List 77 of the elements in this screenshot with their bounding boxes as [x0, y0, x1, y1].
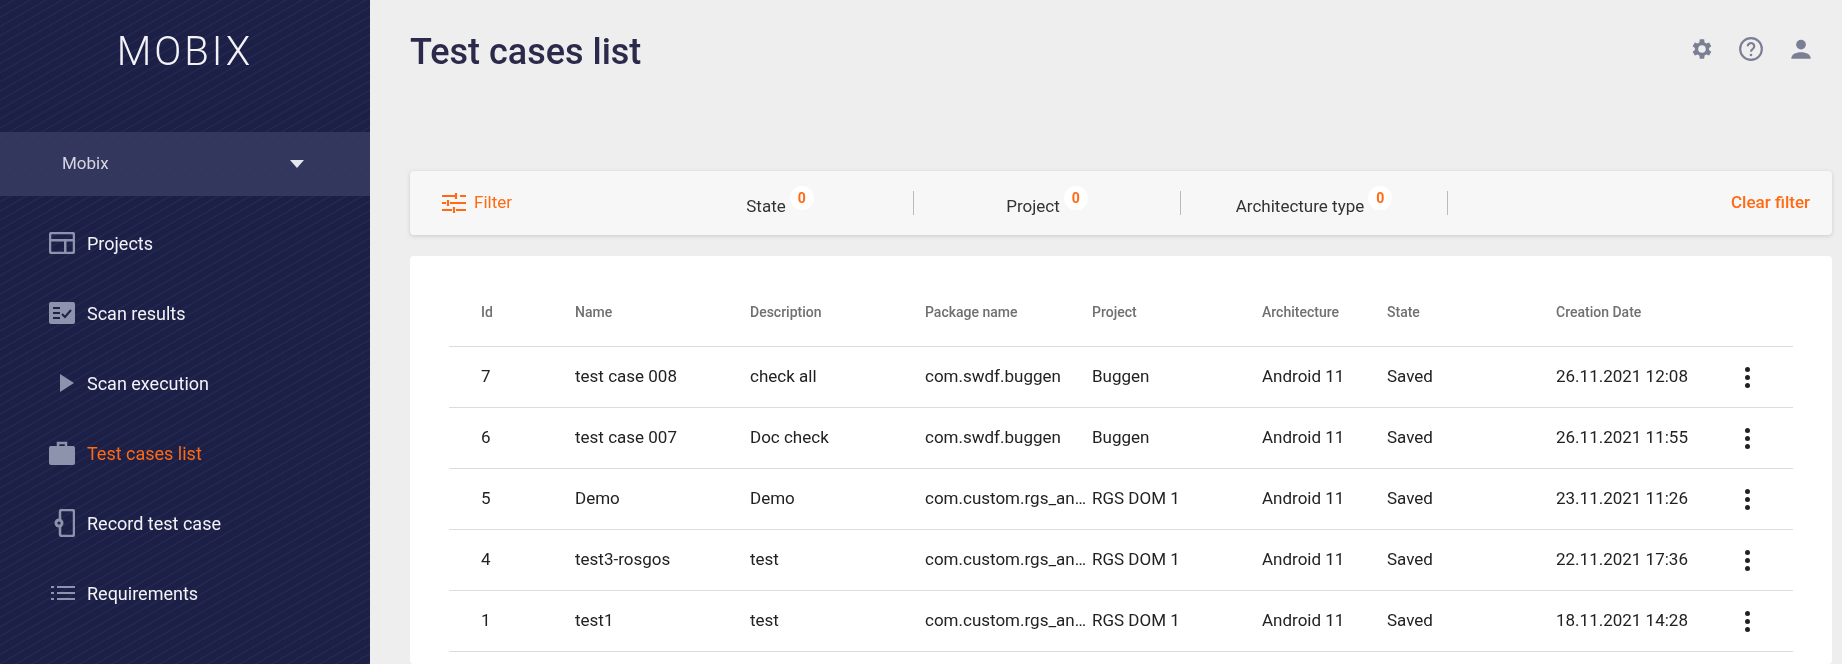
- column-header: Project: [1092, 302, 1138, 322]
- column-header: Name: [575, 302, 614, 322]
- nav-item[interactable]: Scan results: [0, 278, 370, 348]
- table-cell-text: Saved: [1387, 426, 1434, 450]
- count-badge: 0: [1063, 186, 1088, 211]
- table-cell-text: Saved: [1387, 609, 1434, 633]
- table-cell-text: Demo: [750, 487, 796, 511]
- table-cell-text: 7: [481, 365, 492, 389]
- table-cell-text: 26.11.2021 12:08: [1556, 365, 1689, 389]
- more-icon[interactable]: [1745, 488, 1751, 510]
- column-header: Id: [481, 302, 494, 322]
- caret-icon: [290, 160, 304, 168]
- table-cell-text: check all: [750, 365, 818, 389]
- table-cell-text: Buggen: [1092, 426, 1151, 450]
- table-cell-text: Saved: [1387, 365, 1434, 389]
- table-cell-text: test1: [575, 609, 615, 633]
- table-cell-text: com.custom.rgs_an…: [925, 548, 1088, 572]
- filter-dropdown[interactable]: State 0: [647, 183, 913, 223]
- nav-item[interactable]: Scan execution: [0, 348, 370, 418]
- filter-dropdown[interactable]: Architecture type 0: [1181, 183, 1447, 223]
- count-badge: 0: [1368, 186, 1393, 211]
- list-icon: [51, 585, 75, 601]
- column-header: State: [1387, 302, 1421, 322]
- table-cell-text: Saved: [1387, 548, 1434, 572]
- more-icon[interactable]: [1745, 366, 1751, 388]
- table-cell-text: Android 11: [1262, 487, 1346, 511]
- table-cell-text: 18.11.2021 14:28: [1556, 609, 1689, 633]
- table-cell-text: 1: [481, 609, 492, 633]
- page-title: Test cases list: [410, 30, 642, 75]
- table-cell-text: 22.11.2021 17:36: [1556, 548, 1689, 572]
- logo: MOBIX: [116, 32, 254, 72]
- table-cell-text: test: [750, 548, 780, 572]
- table-cell-text: com.swdf.buggen: [925, 426, 1062, 450]
- nav-item[interactable]: Test cases list: [0, 418, 370, 488]
- checklist-icon: [49, 302, 75, 324]
- column-header: Architecture: [1262, 302, 1340, 322]
- sliders-icon: [442, 193, 466, 213]
- table-cell-text: 6: [481, 426, 492, 450]
- more-icon[interactable]: [1745, 549, 1751, 571]
- nav-item[interactable]: Requirements: [0, 558, 370, 628]
- table-cell-text: Android 11: [1262, 365, 1346, 389]
- table-cell-text: test: [750, 609, 780, 633]
- table-cell-text: test case 007: [575, 426, 678, 450]
- count-badge: 0: [789, 186, 814, 211]
- table-cell-text: 4: [481, 548, 492, 572]
- table-cell-text: 23.11.2021 11:26: [1556, 487, 1689, 511]
- table-cell-text: 26.11.2021 11:55: [1556, 426, 1689, 450]
- table-cell-text: 5: [481, 487, 492, 511]
- table-cell-text: com.custom.rgs_an…: [925, 487, 1088, 511]
- table-cell-text: RGS DOM 1: [1092, 609, 1181, 633]
- help-icon[interactable]: [1738, 36, 1764, 62]
- nav-item[interactable]: Record test case: [0, 488, 370, 558]
- table-cell-text: test case 008: [575, 365, 678, 389]
- table-cell-text: Android 11: [1262, 609, 1346, 633]
- more-icon[interactable]: [1745, 610, 1751, 632]
- table-cell-text: test3-rosgos: [575, 548, 672, 572]
- play-icon: [59, 374, 75, 392]
- column-header: Description: [750, 302, 823, 322]
- table-cell-text: Doc check: [750, 426, 830, 450]
- table-cell-text: RGS DOM 1: [1092, 548, 1181, 572]
- table-cell-text: RGS DOM 1: [1092, 487, 1181, 511]
- phone-gear-icon: [53, 509, 75, 537]
- more-icon[interactable]: [1745, 427, 1751, 449]
- panel-icon: [49, 232, 75, 254]
- filter-dropdown[interactable]: Project 0: [914, 183, 1180, 223]
- column-header: Package name: [925, 302, 1019, 322]
- table-cell-text: com.swdf.buggen: [925, 365, 1062, 389]
- table-cell-text: Android 11: [1262, 426, 1346, 450]
- briefcase-icon: [49, 441, 75, 465]
- column-header: Creation Date: [1556, 302, 1643, 322]
- table-cell-text: Buggen: [1092, 365, 1151, 389]
- table-cell-text: Demo: [575, 487, 621, 511]
- project-selector[interactable]: Mobix: [0, 132, 370, 196]
- nav-item[interactable]: Projects: [0, 208, 370, 278]
- table-cell-text: Saved: [1387, 487, 1434, 511]
- table-cell-text: Android 11: [1262, 548, 1346, 572]
- table-cell-text: com.custom.rgs_an…: [925, 609, 1088, 633]
